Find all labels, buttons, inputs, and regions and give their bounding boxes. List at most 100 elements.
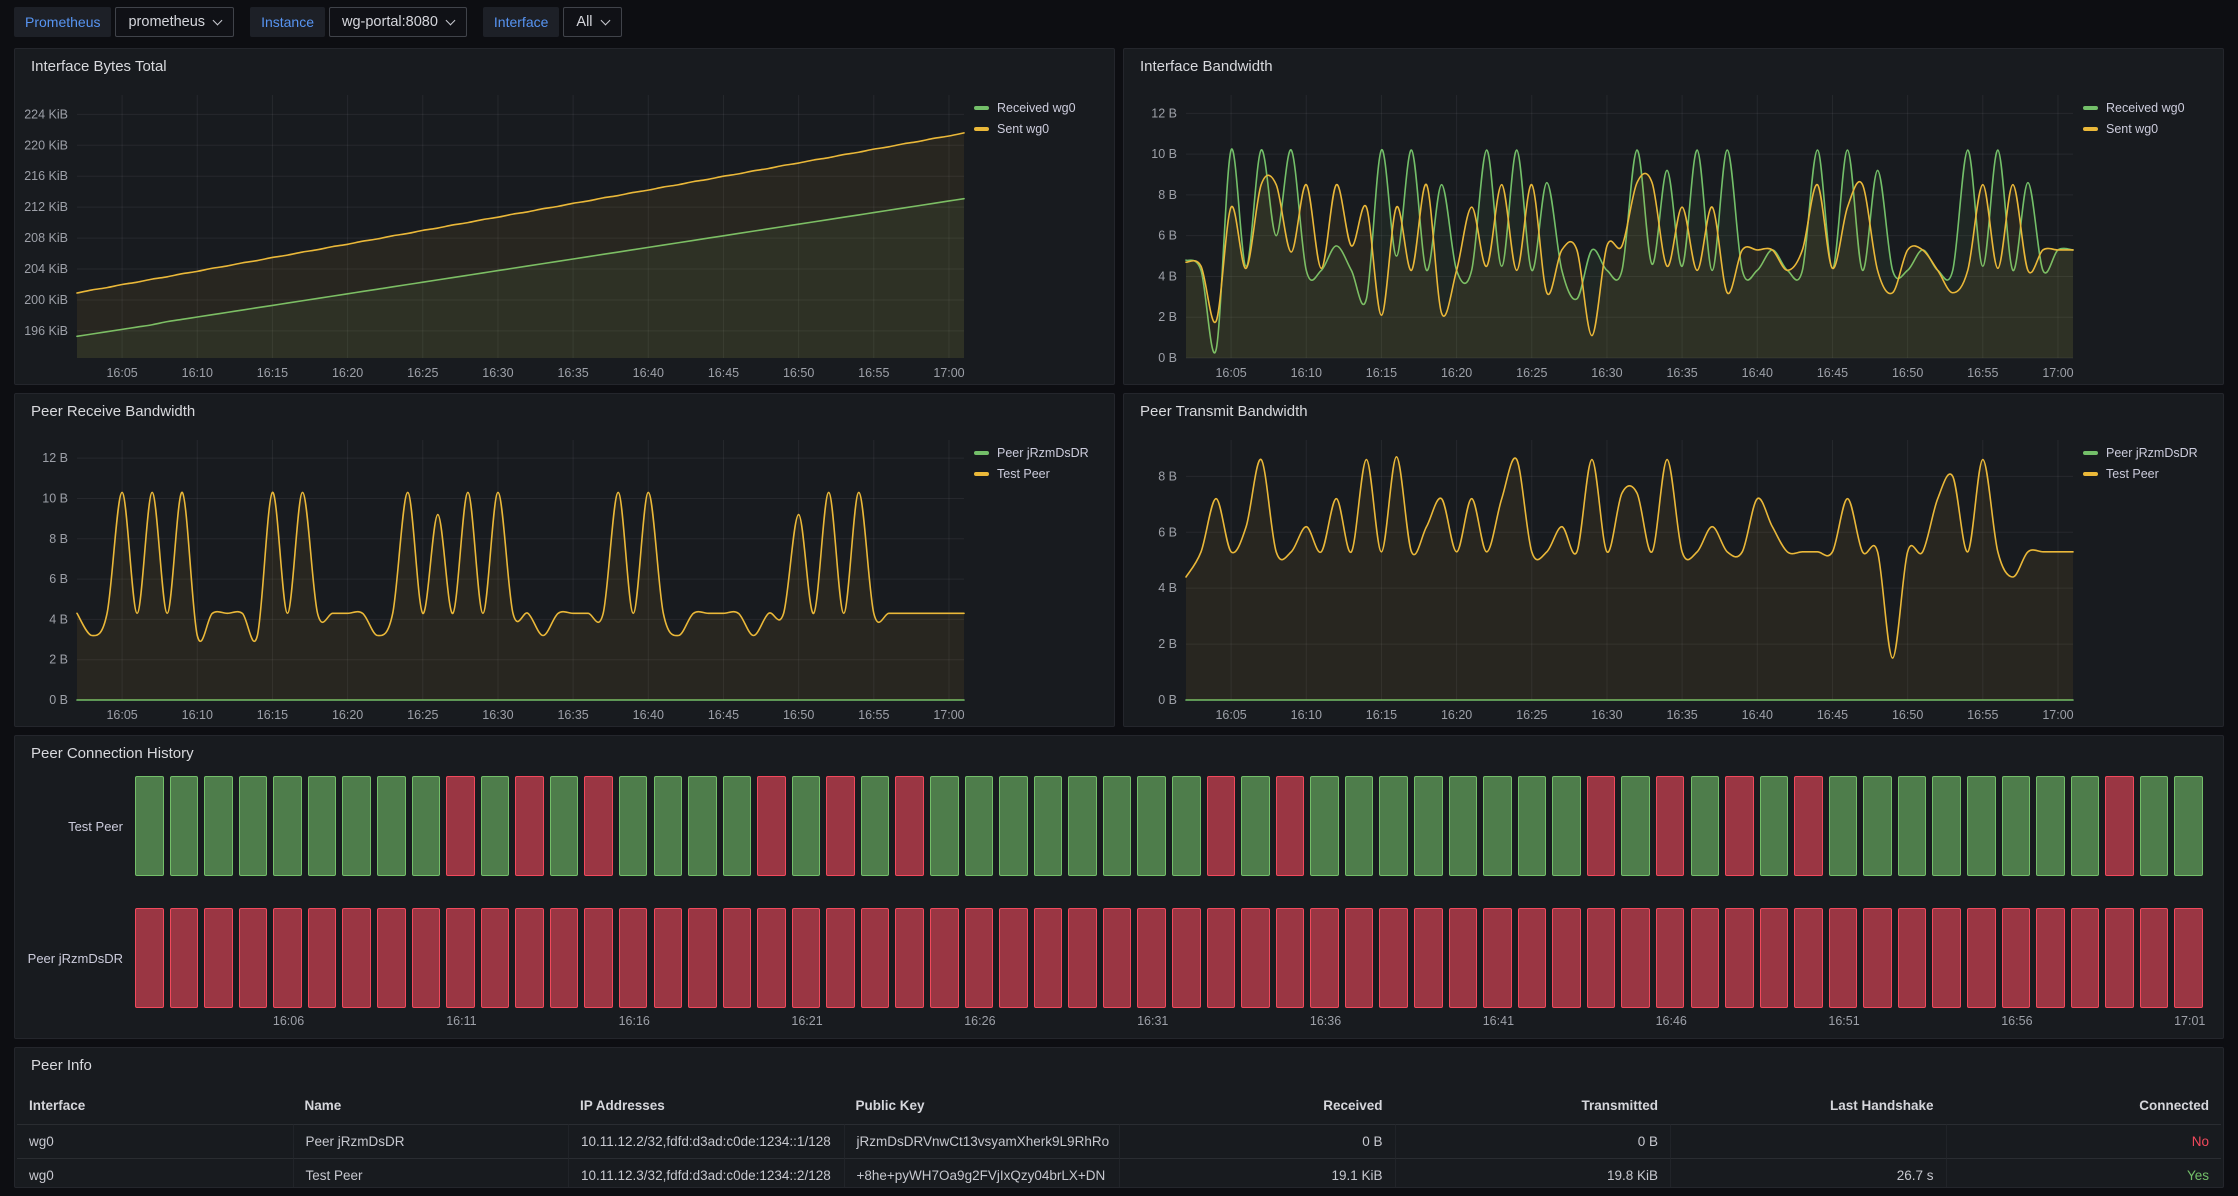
legend-item-test-peer[interactable]: Test Peer xyxy=(974,467,1089,481)
table-header-connected[interactable]: Connected xyxy=(1946,1088,2222,1124)
status-bar-down xyxy=(412,908,441,1008)
status-bar-up xyxy=(412,776,441,876)
x-axis-tick-label: 16:20 xyxy=(332,366,363,380)
x-axis-tick-label: 16:25 xyxy=(407,366,438,380)
interface-bytes-total-chart[interactable]: 16:0516:1016:1516:2016:2516:3016:3516:40… xyxy=(15,83,1114,384)
status-bar-up xyxy=(308,776,337,876)
table-cell-transmitted: 19.8 KiB xyxy=(1395,1158,1671,1188)
peer-receive-bandwidth-canvas[interactable]: 16:0516:1016:1516:2016:2516:3016:3516:40… xyxy=(15,428,1114,726)
status-bar-up xyxy=(619,776,648,876)
interface-bandwidth-legend: Received wg0 Sent wg0 xyxy=(2083,101,2185,136)
table-header-public-key[interactable]: Public Key xyxy=(844,1088,1120,1124)
x-axis-tick-label: 16:50 xyxy=(1892,708,1923,722)
table-cell-received: 0 B xyxy=(1119,1124,1395,1158)
panel-title-interface-bandwidth[interactable]: Interface Bandwidth xyxy=(1124,49,2223,83)
dashboard-grid: Interface Bytes Total 16:0516:1016:1516:… xyxy=(14,48,2224,1188)
table-header-ip-addresses[interactable]: IP Addresses xyxy=(568,1088,844,1124)
status-bar-up xyxy=(1621,776,1650,876)
variable-interface: Interface All xyxy=(483,7,622,37)
status-bar-down xyxy=(1068,908,1097,1008)
x-axis-tick-label: 16:21 xyxy=(791,1014,822,1028)
peer-connection-history-chart[interactable]: Test PeerPeer jRzmDsDR16:0616:1116:1616:… xyxy=(15,770,2223,1038)
legend-item-test-peer[interactable]: Test Peer xyxy=(2083,467,2198,481)
x-axis-tick-label: 16:26 xyxy=(964,1014,995,1028)
status-bar-down xyxy=(1794,776,1823,876)
status-bar-up xyxy=(377,776,406,876)
status-bar-down xyxy=(1552,908,1581,1008)
table-header-transmitted[interactable]: Transmitted xyxy=(1395,1088,1671,1124)
status-bar-up xyxy=(239,776,268,876)
status-bar-down xyxy=(1863,908,1892,1008)
status-bar-down xyxy=(1137,908,1166,1008)
status-bar-down xyxy=(723,908,752,1008)
x-axis-tick-label: 16:45 xyxy=(708,708,739,722)
table-header-last-handshake[interactable]: Last Handshake xyxy=(1670,1088,1946,1124)
panel-title-peer-receive-bandwidth[interactable]: Peer Receive Bandwidth xyxy=(15,394,1114,428)
legend-label: Received wg0 xyxy=(2106,101,2185,115)
x-axis-tick-label: 17:01 xyxy=(2174,1014,2205,1028)
peer-transmit-bandwidth-legend: Peer jRzmDsDR Test Peer xyxy=(2083,446,2198,481)
status-bar-down xyxy=(1379,908,1408,1008)
panel-title-peer-info[interactable]: Peer Info xyxy=(15,1048,2223,1082)
status-bar-down xyxy=(515,908,544,1008)
variable-interface-value: All xyxy=(576,14,592,30)
status-bar-down xyxy=(204,908,233,1008)
panel-title-peer-connection-history[interactable]: Peer Connection History xyxy=(15,736,2223,770)
legend-item-sent-wg0[interactable]: Sent wg0 xyxy=(974,122,1076,136)
variable-instance-select[interactable]: wg-portal:8080 xyxy=(329,7,467,37)
legend-item-received-wg0[interactable]: Received wg0 xyxy=(2083,101,2185,115)
interface-bytes-total-canvas[interactable]: 16:0516:1016:1516:2016:2516:3016:3516:40… xyxy=(15,83,1114,384)
interface-bandwidth-chart[interactable]: 16:0516:1016:1516:2016:2516:3016:3516:40… xyxy=(1124,83,2223,384)
status-bar-up xyxy=(1552,776,1581,876)
status-bar-up xyxy=(1760,776,1789,876)
y-axis-tick-label: 6 B xyxy=(1158,525,1177,539)
status-bar-down xyxy=(2105,908,2134,1008)
chevron-down-icon xyxy=(213,15,223,25)
peer-transmit-bandwidth-chart[interactable]: 16:0516:1016:1516:2016:2516:3016:3516:40… xyxy=(1124,428,2223,726)
x-axis-tick-label: 16:51 xyxy=(1828,1014,1859,1028)
peer-info-table-body: InterfaceNameIP AddressesPublic KeyRecei… xyxy=(15,1082,2223,1187)
table-header-interface[interactable]: Interface xyxy=(17,1088,293,1124)
x-axis-tick-label: 16:35 xyxy=(1666,708,1697,722)
y-axis-tick-label: 220 KiB xyxy=(24,138,68,152)
panel-title-peer-transmit-bandwidth[interactable]: Peer Transmit Bandwidth xyxy=(1124,394,2223,428)
x-axis-tick-label: 16:20 xyxy=(1441,366,1472,380)
status-bar-up xyxy=(135,776,164,876)
status-bar-down xyxy=(1794,908,1823,1008)
y-axis-tick-label: 6 B xyxy=(1158,229,1177,243)
x-axis-tick-label: 17:00 xyxy=(2042,708,2073,722)
status-bar-up xyxy=(861,776,890,876)
interface-bandwidth-canvas[interactable]: 16:0516:1016:1516:2016:2516:3016:3516:40… xyxy=(1124,83,2223,384)
legend-item-peer-jrzmdsdr[interactable]: Peer jRzmDsDR xyxy=(2083,446,2198,460)
table-row: wg0Peer jRzmDsDR10.11.12.2/32,fdfd:d3ad:… xyxy=(17,1124,2221,1158)
legend-item-peer-jrzmdsdr[interactable]: Peer jRzmDsDR xyxy=(974,446,1089,460)
x-axis-tick-label: 16:55 xyxy=(1967,366,1998,380)
legend-swatch-icon xyxy=(2083,472,2098,476)
variable-prometheus-select[interactable]: prometheus xyxy=(115,7,234,37)
peer-transmit-bandwidth-canvas[interactable]: 16:0516:1016:1516:2016:2516:3016:3516:40… xyxy=(1124,428,2223,726)
x-axis-tick-label: 16:40 xyxy=(1742,708,1773,722)
x-axis-tick-label: 16:35 xyxy=(1666,366,1697,380)
x-axis-tick-label: 16:55 xyxy=(858,366,889,380)
peer-receive-bandwidth-chart[interactable]: 16:0516:1016:1516:2016:2516:3016:3516:40… xyxy=(15,428,1114,726)
panel-title-interface-bytes-total[interactable]: Interface Bytes Total xyxy=(15,49,1114,83)
y-axis-tick-label: 0 B xyxy=(49,693,68,707)
legend-item-sent-wg0[interactable]: Sent wg0 xyxy=(2083,122,2185,136)
legend-swatch-icon xyxy=(974,472,989,476)
x-axis-tick-label: 16:45 xyxy=(1817,366,1848,380)
status-bar-up xyxy=(1103,776,1132,876)
x-axis-tick-label: 16:40 xyxy=(633,708,664,722)
variable-prometheus-label: Prometheus xyxy=(14,7,111,37)
status-bar-down xyxy=(826,776,855,876)
status-bar-down xyxy=(930,908,959,1008)
status-bar-down xyxy=(619,908,648,1008)
y-axis-tick-label: 204 KiB xyxy=(24,262,68,276)
table-header-received[interactable]: Received xyxy=(1119,1088,1395,1124)
status-bar-up xyxy=(2140,776,2169,876)
status-bar-up xyxy=(342,776,371,876)
status-bar-up xyxy=(965,776,994,876)
variable-interface-select[interactable]: All xyxy=(563,7,621,37)
legend-item-received-wg0[interactable]: Received wg0 xyxy=(974,101,1076,115)
status-bar-down xyxy=(1518,908,1547,1008)
table-header-name[interactable]: Name xyxy=(293,1088,569,1124)
